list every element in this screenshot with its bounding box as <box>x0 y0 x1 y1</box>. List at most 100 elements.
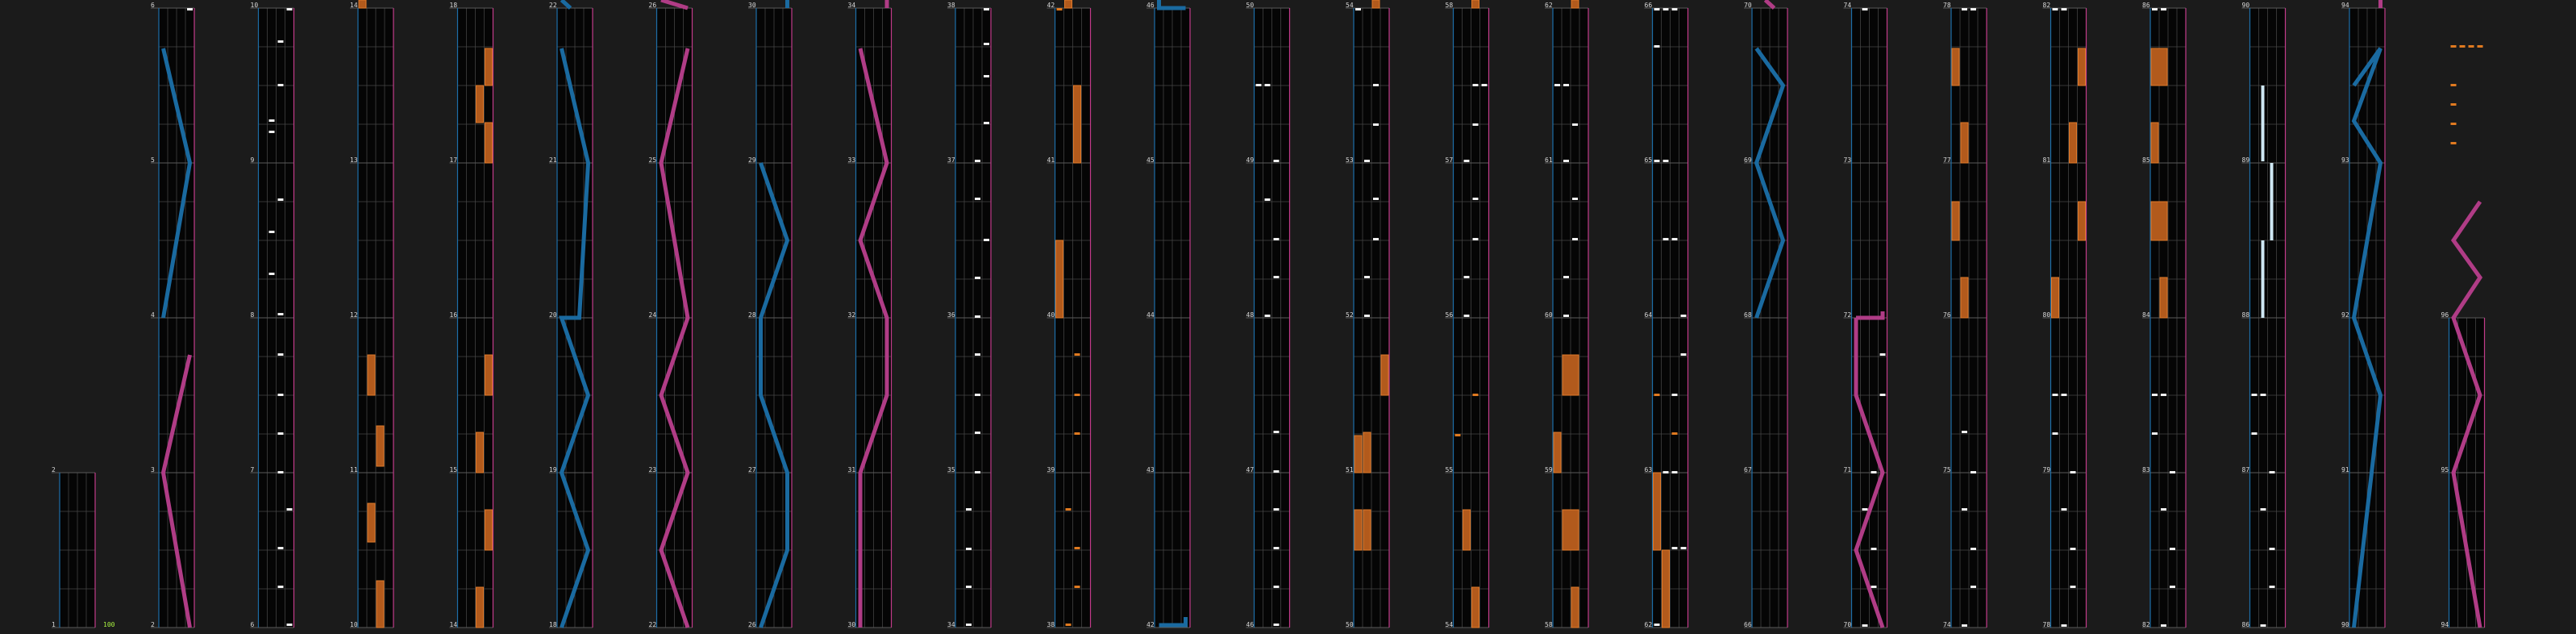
tap-note <box>975 394 980 396</box>
measure-number: 82 <box>2043 2 2051 9</box>
measure-number: 58 <box>1545 621 1553 628</box>
tap-note <box>286 8 293 10</box>
tap-note <box>1472 238 1479 240</box>
measure-number: 54 <box>1346 2 1354 9</box>
tap-note <box>277 471 284 473</box>
measure-number: 47 <box>1246 466 1255 473</box>
orange-tap-note <box>1056 8 1063 10</box>
hold-note <box>1562 354 1579 396</box>
measure-number: 14 <box>350 2 358 9</box>
slide-path <box>1763 0 1776 10</box>
measure-number: 14 <box>450 621 458 628</box>
slide-path <box>1157 0 1186 10</box>
measure-number: 16 <box>450 311 458 319</box>
hold-note <box>2078 48 2086 86</box>
hold-note <box>485 48 493 86</box>
orange-tap-note <box>2450 123 2457 125</box>
hold-note <box>1562 509 1579 551</box>
tap-note <box>1463 315 1470 317</box>
measure-number: 49 <box>1246 156 1255 164</box>
tap-note <box>1364 315 1370 317</box>
hold-note <box>1055 240 1063 319</box>
hold-note <box>1571 0 1579 9</box>
orange-tap-note <box>2450 45 2457 48</box>
tap-note <box>1663 160 1669 162</box>
tap-note <box>1654 624 1660 626</box>
tap-note <box>1663 8 1669 10</box>
measure-number: 6 <box>251 621 255 628</box>
tap-note <box>1355 8 1361 10</box>
measure-number: 74 <box>1943 621 1951 628</box>
hold-note <box>367 354 376 396</box>
measure-number: 43 <box>1147 466 1155 473</box>
measure-number: 36 <box>947 311 955 319</box>
measure-number: 44 <box>1147 311 1155 319</box>
measure-number: 21 <box>549 156 557 164</box>
long-hold <box>2261 240 2265 318</box>
hold-note <box>1471 586 1479 628</box>
measure-number: 34 <box>947 621 955 628</box>
tap-note <box>1671 547 1678 549</box>
measure-number: 37 <box>947 156 955 164</box>
measure-number: 25 <box>649 156 657 164</box>
measure-number: 11 <box>350 466 358 473</box>
hold-note <box>476 432 484 473</box>
hold-note <box>1064 0 1072 9</box>
measure-number: 53 <box>1346 156 1354 164</box>
tap-note <box>1273 508 1280 511</box>
hold-note <box>1073 85 1081 164</box>
measure-number: 10 <box>251 2 259 9</box>
tap-note <box>1654 8 1660 10</box>
tap-note <box>2251 394 2258 396</box>
measure-number: 76 <box>1943 311 1951 319</box>
measure-number: 70 <box>1844 621 1852 628</box>
measure-number: 81 <box>2043 156 2051 164</box>
measure-number: 84 <box>2142 311 2150 319</box>
measure-number: 13 <box>350 156 358 164</box>
hold-note <box>2078 201 2086 241</box>
orange-tap-note <box>1074 586 1080 588</box>
measure-number: 18 <box>450 2 458 9</box>
measure-number: 50 <box>1346 621 1354 628</box>
hold-note <box>2150 48 2168 86</box>
orange-tap-note <box>1671 432 1678 435</box>
tap-note <box>975 315 980 318</box>
tap-note <box>1364 276 1370 278</box>
tap-note <box>1373 198 1379 200</box>
tap-note <box>984 43 989 45</box>
tap-note <box>277 586 284 588</box>
tap-note <box>1273 276 1280 278</box>
measure-number: 35 <box>947 466 955 473</box>
hold-note <box>1463 509 1471 551</box>
measure-number: 56 <box>1446 311 1454 319</box>
tap-note <box>975 353 980 356</box>
tap-note <box>1572 123 1578 126</box>
measure-number: 77 <box>1943 156 1951 164</box>
tap-note <box>1654 45 1660 48</box>
tap-note <box>2161 508 2166 511</box>
measure-number: 39 <box>1047 466 1055 473</box>
measure-number: 90 <box>2242 2 2250 9</box>
tap-note <box>1273 586 1280 588</box>
hold-note <box>1951 48 1960 86</box>
tap-note <box>1970 548 1976 550</box>
tap-note <box>2170 586 2175 588</box>
hold-note <box>1960 277 1969 319</box>
measure-number: 1 <box>52 621 56 628</box>
measure-number: 27 <box>748 466 756 473</box>
measure-number: 54 <box>1446 621 1454 628</box>
hold-note <box>367 503 376 543</box>
measure-number: 78 <box>2043 621 2051 628</box>
measure-number: 66 <box>1645 2 1653 9</box>
measure-number: 95 <box>2441 466 2449 473</box>
hold-note <box>1354 509 1363 551</box>
measure-number: 38 <box>947 2 955 9</box>
tap-note <box>975 432 980 434</box>
tap-note <box>2251 432 2258 435</box>
measure-number: 28 <box>748 311 756 319</box>
tap-note <box>2269 586 2275 588</box>
measure-number: 2 <box>52 466 56 473</box>
measure-number: 40 <box>1047 311 1055 319</box>
tap-note <box>1563 276 1569 278</box>
tap-note <box>975 160 980 162</box>
